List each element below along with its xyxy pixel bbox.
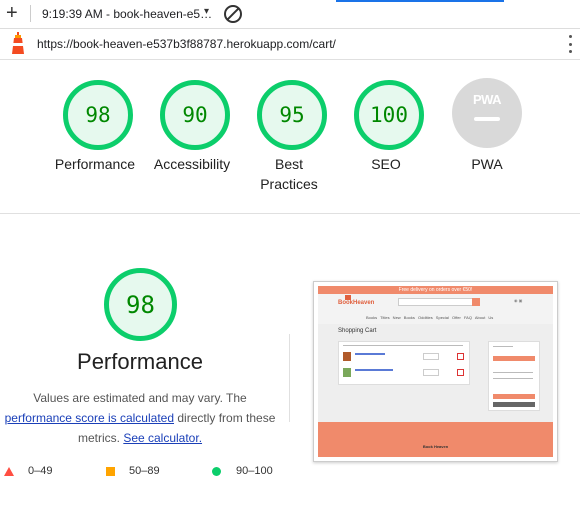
thumb-qty: [423, 369, 439, 376]
fail-triangle-icon: [4, 467, 14, 476]
thumb-trash-icon: [457, 369, 464, 376]
seo-gauge[interactable]: 100: [354, 80, 424, 150]
thumb-summary-line: [493, 378, 533, 379]
accessibility-label: Accessibility: [153, 156, 231, 172]
vertical-divider: [289, 334, 290, 422]
legend-average-range: 50–89: [129, 465, 160, 477]
thumb-summary-heading: [493, 346, 513, 347]
thumb-summary-line: [493, 372, 533, 373]
thumb-book-cover: [343, 368, 351, 377]
thumb-summary: [488, 341, 540, 411]
thumb-search: [398, 298, 476, 306]
section-divider: [0, 213, 580, 214]
pass-circle-icon: [212, 467, 221, 476]
more-vert-icon[interactable]: [569, 35, 573, 53]
score-calculated-link[interactable]: performance score is calculated: [5, 411, 174, 425]
performance-score: 98: [85, 103, 111, 127]
pwa-gauge[interactable]: PWA: [452, 78, 522, 148]
thumb-account: ◉ ▣: [514, 298, 523, 303]
performance-label: Performance: [54, 156, 136, 172]
browser-tab-bar: + 9:19:39 AM - book-heaven-e5… ▾: [0, 0, 580, 29]
active-tab-indicator: [336, 0, 504, 2]
page-screenshot-thumbnail[interactable]: Free delivery on orders over €50! BookHe…: [313, 281, 558, 462]
thumb-search-button: [472, 298, 480, 306]
lighthouse-icon: [12, 32, 24, 54]
thumb-summary-button: [493, 356, 535, 361]
legend-pass-range: 90–100: [236, 465, 273, 477]
desc-text-1: Values are estimated and may vary. The: [33, 391, 247, 405]
thumb-continue-button: [493, 402, 535, 407]
seo-label: SEO: [371, 156, 401, 172]
thumb-qty: [423, 353, 439, 360]
block-icon[interactable]: [224, 5, 242, 23]
thumb-nav: Books Titles New Books Oddities Special …: [366, 315, 494, 320]
thumb-footer: [318, 422, 553, 457]
tab-separator: [30, 5, 31, 22]
plus-icon[interactable]: +: [6, 2, 18, 24]
thumb-table-header: [343, 345, 463, 346]
thumb-cart-title: Shopping Cart: [338, 328, 377, 334]
url-text[interactable]: https://book-heaven-e537b3f88787.herokua…: [37, 37, 336, 51]
pwa-badge: PWA: [472, 92, 502, 107]
performance-description: Values are estimated and may vary. The p…: [0, 388, 280, 448]
thumb-checkout-button: [493, 394, 535, 399]
best-practices-score: 95: [279, 103, 305, 127]
thumb-promo-banner: Free delivery on orders over €50!: [318, 286, 553, 294]
performance-detail-gauge: 98: [104, 268, 177, 341]
seo-score: 100: [370, 103, 408, 127]
tab-title[interactable]: 9:19:39 AM - book-heaven-e5…: [42, 7, 212, 21]
thumb-book-title: [355, 369, 393, 371]
performance-gauge[interactable]: 98: [63, 80, 133, 150]
see-calculator-link[interactable]: See calculator.: [123, 431, 202, 445]
best-practices-label: Best Practices: [260, 156, 318, 192]
thumb-footer-title: Book Heaven: [422, 444, 449, 449]
thumb-logo: BookHeaven: [338, 300, 375, 306]
pwa-label: PWA: [471, 156, 503, 172]
performance-title: Performance: [77, 349, 203, 374]
accessibility-gauge[interactable]: 90: [160, 80, 230, 150]
thumb-cart-table: [338, 341, 470, 385]
thumbnail-frame: Free delivery on orders over €50! BookHe…: [318, 286, 553, 457]
best-practices-gauge[interactable]: 95: [257, 80, 327, 150]
thumb-book-title: [355, 353, 385, 355]
caret-down-icon[interactable]: ▾: [204, 6, 209, 17]
thumb-trash-icon: [457, 353, 464, 360]
thumb-book-cover: [343, 352, 351, 361]
legend-fail-range: 0–49: [28, 465, 53, 477]
pwa-dash-icon: [474, 117, 500, 121]
address-bar: https://book-heaven-e537b3f88787.herokua…: [0, 29, 580, 60]
average-square-icon: [106, 467, 115, 476]
performance-detail-score: 98: [126, 290, 155, 319]
accessibility-score: 90: [182, 103, 208, 127]
